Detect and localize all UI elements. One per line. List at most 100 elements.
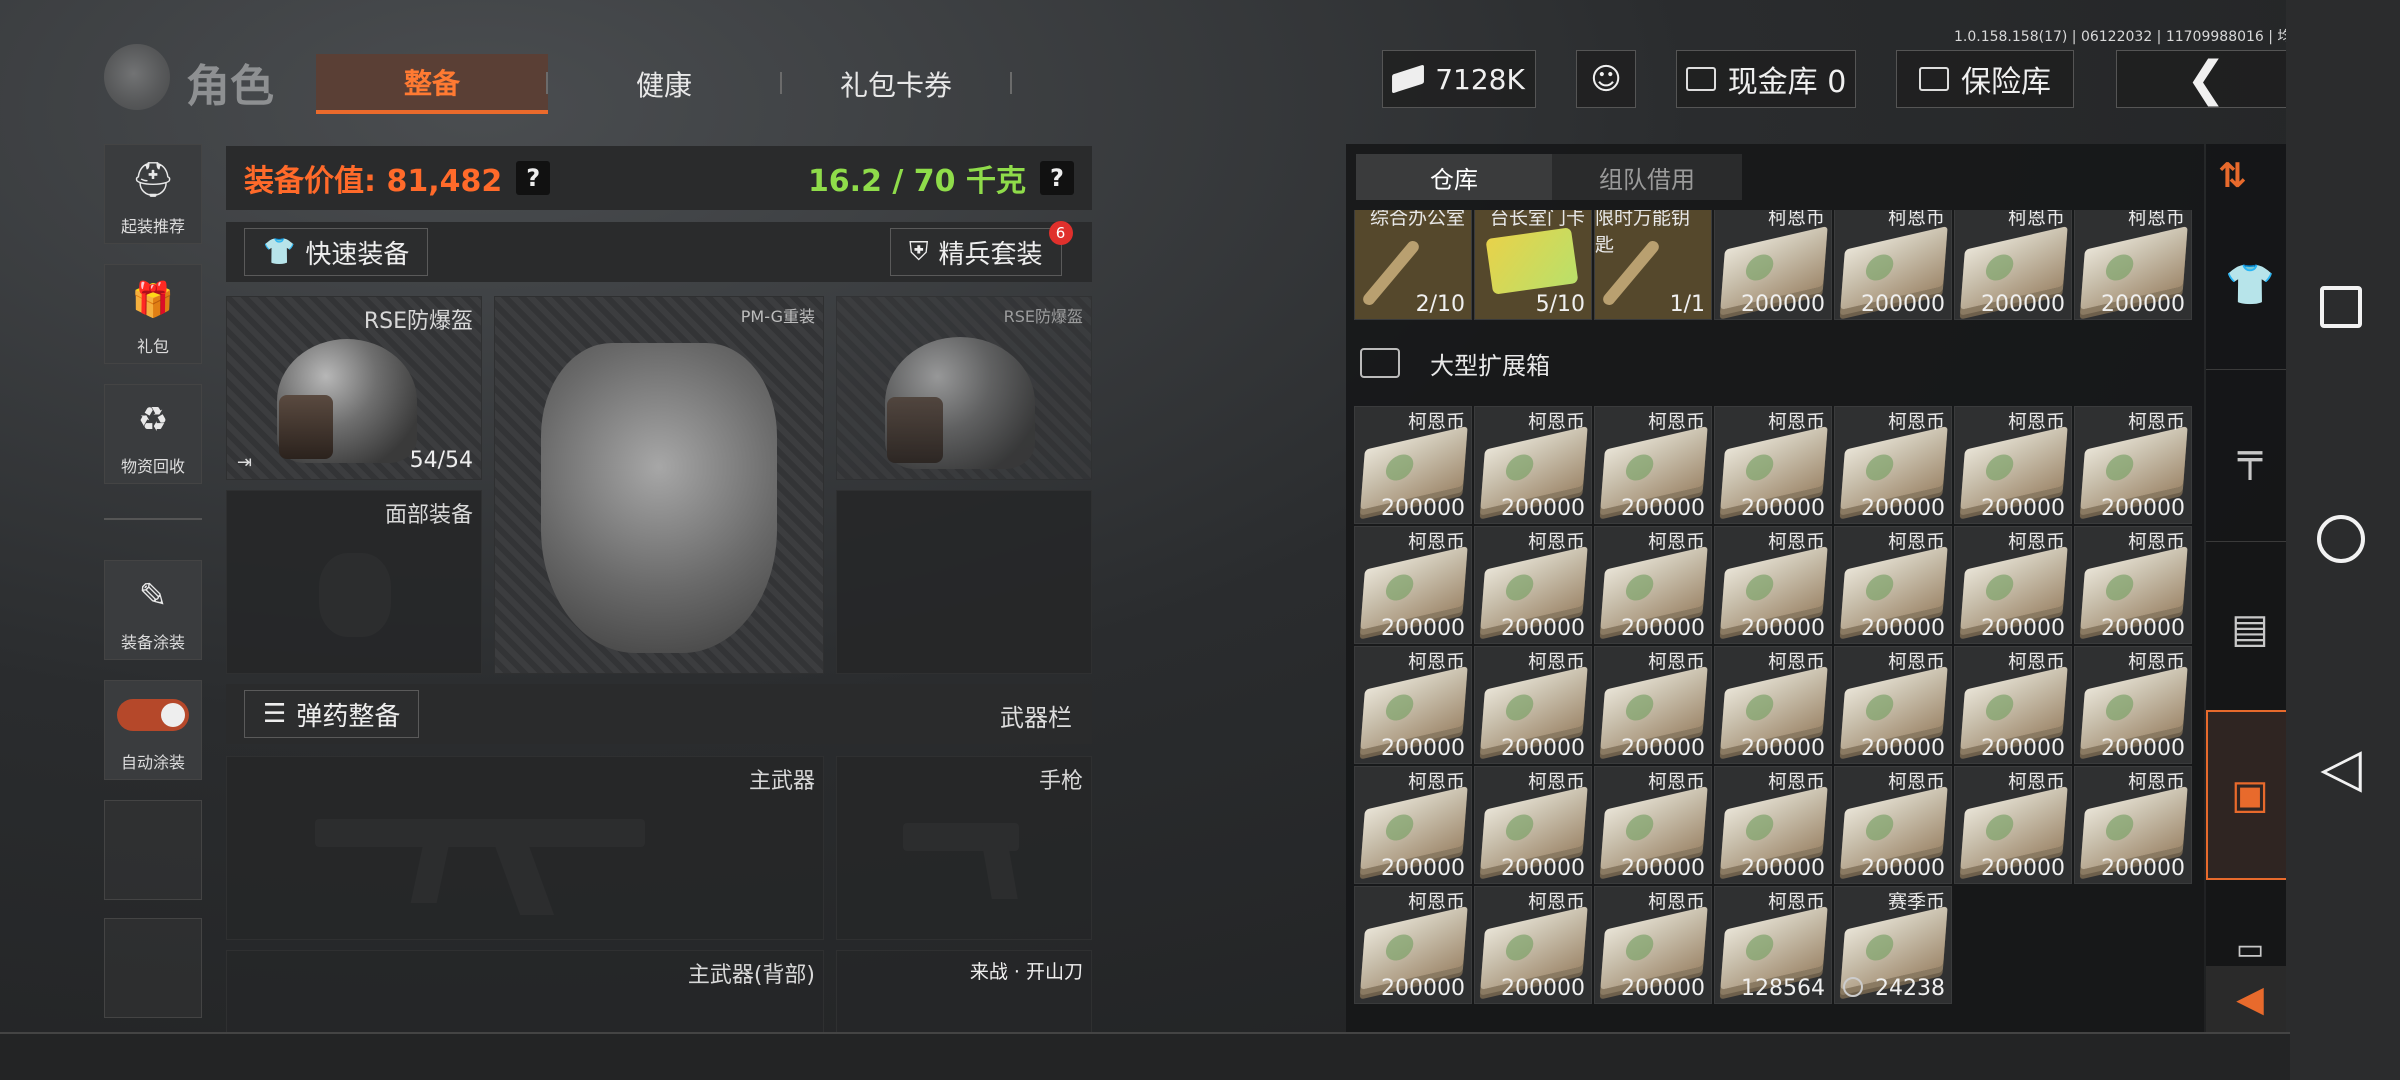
toggle-switch[interactable]	[117, 699, 189, 731]
item-name: 柯恩币	[1647, 891, 1705, 913]
tab-warehouse[interactable]: 仓库	[1356, 154, 1552, 200]
ammo-prep-button[interactable]: ☰ 弹药整备	[244, 690, 420, 738]
storage-item[interactable]: 柯恩币 200000	[1834, 766, 1952, 884]
loadout-recommend-button[interactable]: ⛑ 起装推荐	[104, 144, 202, 244]
storage-item[interactable]: 柯恩币 200000	[1834, 210, 1952, 320]
storage-item[interactable]: 台长室门卡 5/10	[1474, 210, 1592, 320]
tab-health[interactable]: 健康	[548, 54, 780, 114]
elite-kit-button[interactable]: ⛨ 精兵套装 6	[890, 221, 1073, 276]
item-count: 200000	[1381, 736, 1465, 761]
storage-item[interactable]: 柯恩币 200000	[1834, 406, 1952, 524]
storage-item[interactable]: 柯恩币 200000	[1354, 886, 1472, 1004]
storage-item[interactable]: 柯恩币 200000	[1474, 406, 1592, 524]
unequip-icon[interactable]: ⇥	[237, 452, 252, 473]
storage-item[interactable]: 柯恩币 200000	[1354, 766, 1472, 884]
storage-item[interactable]: 柯恩币 200000	[1714, 646, 1832, 764]
storage-top-row: 综合办公室 2/10 台长室门卡 5/10 限时万能钥匙 1/1 柯恩币 200000 柯恩币 2…	[1354, 210, 2194, 320]
face-slot[interactable]: 面部装备	[226, 490, 482, 674]
value-help-button[interactable]: ?	[516, 161, 551, 195]
empty-equipment-slot[interactable]	[836, 490, 1092, 674]
toggle-knob	[161, 703, 185, 727]
category-armor[interactable]: 👕	[2206, 200, 2294, 370]
recycle-button[interactable]: ♻ 物资回收	[104, 384, 202, 484]
armor-slot[interactable]: PM-G重装	[494, 296, 824, 674]
tab-equip[interactable]: 整备	[316, 54, 548, 114]
storage-item[interactable]: 柯恩币 200000	[1594, 766, 1712, 884]
back-weapon-slot[interactable]: 主武器(背部)	[226, 950, 824, 1040]
storage-item[interactable]: 柯恩币 200000	[1594, 646, 1712, 764]
equipment-skin-button[interactable]: ✎ 装备涂装	[104, 560, 202, 660]
storage-item[interactable]: 柯恩币 200000	[1354, 406, 1472, 524]
storage-item[interactable]: 柯恩币 200000	[2074, 406, 2192, 524]
money-display[interactable]: 7128K	[1382, 50, 1536, 108]
storage-item[interactable]: 柯恩币 200000	[1594, 526, 1712, 644]
category-expansion-box[interactable]: ▣	[2206, 710, 2294, 880]
item-count: 200000	[1741, 292, 1825, 317]
support-agent-button[interactable]: ☺	[1576, 50, 1636, 108]
back-button[interactable]: ❮	[2116, 50, 2296, 108]
recents-button[interactable]	[2316, 282, 2366, 332]
storage-item[interactable]: 柯恩币 200000	[1594, 886, 1712, 1004]
helmet-slot[interactable]: RSE防爆盔 ⇥ 54/54	[226, 296, 482, 480]
collapse-button[interactable]: ◀	[2206, 966, 2294, 1032]
storage-item[interactable]: 柯恩币 200000	[1474, 526, 1592, 644]
item-name: 柯恩币	[1647, 531, 1705, 553]
storage-item[interactable]: 柯恩币 200000	[1834, 526, 1952, 644]
loadout-recommend-label: 起装推荐	[120, 217, 185, 236]
pistol-slot[interactable]: 手枪	[836, 756, 1092, 940]
empty-storage-cell[interactable]	[2074, 886, 2192, 1004]
storage-item[interactable]: 柯恩币 200000	[1954, 406, 2072, 524]
item-name: 柯恩币	[1767, 651, 1825, 673]
storage-item[interactable]: 柯恩币 200000	[1954, 766, 2072, 884]
storage-item[interactable]: 柯恩币 200000	[1714, 406, 1832, 524]
tab-team-borrow[interactable]: 组队借用	[1552, 154, 1742, 200]
storage-item[interactable]: 柯恩币 200000	[1474, 886, 1592, 1004]
back-nav-button[interactable]: ◁	[2316, 736, 2366, 799]
storage-item[interactable]: 柯恩币 200000	[1474, 766, 1592, 884]
tab-gift-coupons[interactable]: 礼包卡券	[780, 54, 1012, 114]
storage-item[interactable]: 赛季币 24238	[1834, 886, 1952, 1004]
primary-weapon-slot[interactable]: 主武器	[226, 756, 824, 940]
storage-item[interactable]: 限时万能钥匙 1/1	[1594, 210, 1712, 320]
item-name: 柯恩币	[1647, 651, 1705, 673]
storage-item[interactable]: 综合办公室 2/10	[1354, 210, 1472, 320]
auto-skin-label: 自动涂装	[120, 753, 185, 772]
storage-item[interactable]: 柯恩币 200000	[1954, 210, 2072, 320]
helmet-skin-slot[interactable]: RSE防爆盔	[836, 296, 1092, 480]
storage-item[interactable]: 柯恩币 200000	[1954, 526, 2072, 644]
shield-icon: ⛨	[909, 236, 929, 267]
storage-item[interactable]: 柯恩币 200000	[1354, 526, 1472, 644]
storage-item[interactable]: 柯恩币 200000	[1594, 406, 1712, 524]
item-count: 200000	[1981, 856, 2065, 881]
safe-box-button[interactable]: 保险库	[1896, 50, 2074, 108]
keycard-icon	[1485, 227, 1579, 295]
sort-icon[interactable]: ⇅	[2218, 156, 2247, 196]
home-button[interactable]	[2316, 514, 2366, 564]
quick-equip-button[interactable]: 👕 快速装备	[244, 228, 429, 276]
item-name: 柯恩币	[1767, 411, 1825, 433]
empty-storage-cell[interactable]	[1954, 886, 2072, 1004]
storage-item[interactable]: 柯恩币 200000	[2074, 646, 2192, 764]
storage-item[interactable]: 柯恩币 200000	[1714, 766, 1832, 884]
category-weapons[interactable]: ╤	[2206, 372, 2294, 542]
storage-item[interactable]: 柯恩币 200000	[1834, 646, 1952, 764]
category-containers[interactable]: ▤	[2206, 544, 2294, 714]
gift-pack-button[interactable]: 🎁 礼包	[104, 264, 202, 364]
auto-skin-toggle[interactable]: 自动涂装	[104, 680, 202, 780]
storage-item[interactable]: 柯恩币 200000	[2074, 526, 2192, 644]
storage-item[interactable]: 柯恩币 200000	[1714, 210, 1832, 320]
storage-item[interactable]: 柯恩币 200000	[2074, 210, 2192, 320]
item-count: 200000	[1621, 496, 1705, 521]
storage-item[interactable]: 柯恩币 200000	[1354, 646, 1472, 764]
melee-slot[interactable]: 来战 · 开山刀	[836, 950, 1092, 1040]
cash-vault-button[interactable]: 现金库 0	[1676, 50, 1856, 108]
storage-item[interactable]: 柯恩币 200000	[1954, 646, 2072, 764]
item-name: 柯恩币	[1767, 210, 1825, 229]
storage-item[interactable]: 柯恩币 128564	[1714, 886, 1832, 1004]
storage-item[interactable]: 柯恩币 200000	[1714, 526, 1832, 644]
weight-help-button[interactable]: ?	[1040, 161, 1074, 195]
expansion-box-title: 大型扩展箱	[1430, 351, 1550, 380]
storage-item[interactable]: 柯恩币 200000	[1474, 646, 1592, 764]
storage-item[interactable]: 柯恩币 200000	[2074, 766, 2192, 884]
back-weapon-label: 主武器(背部)	[687, 963, 815, 988]
